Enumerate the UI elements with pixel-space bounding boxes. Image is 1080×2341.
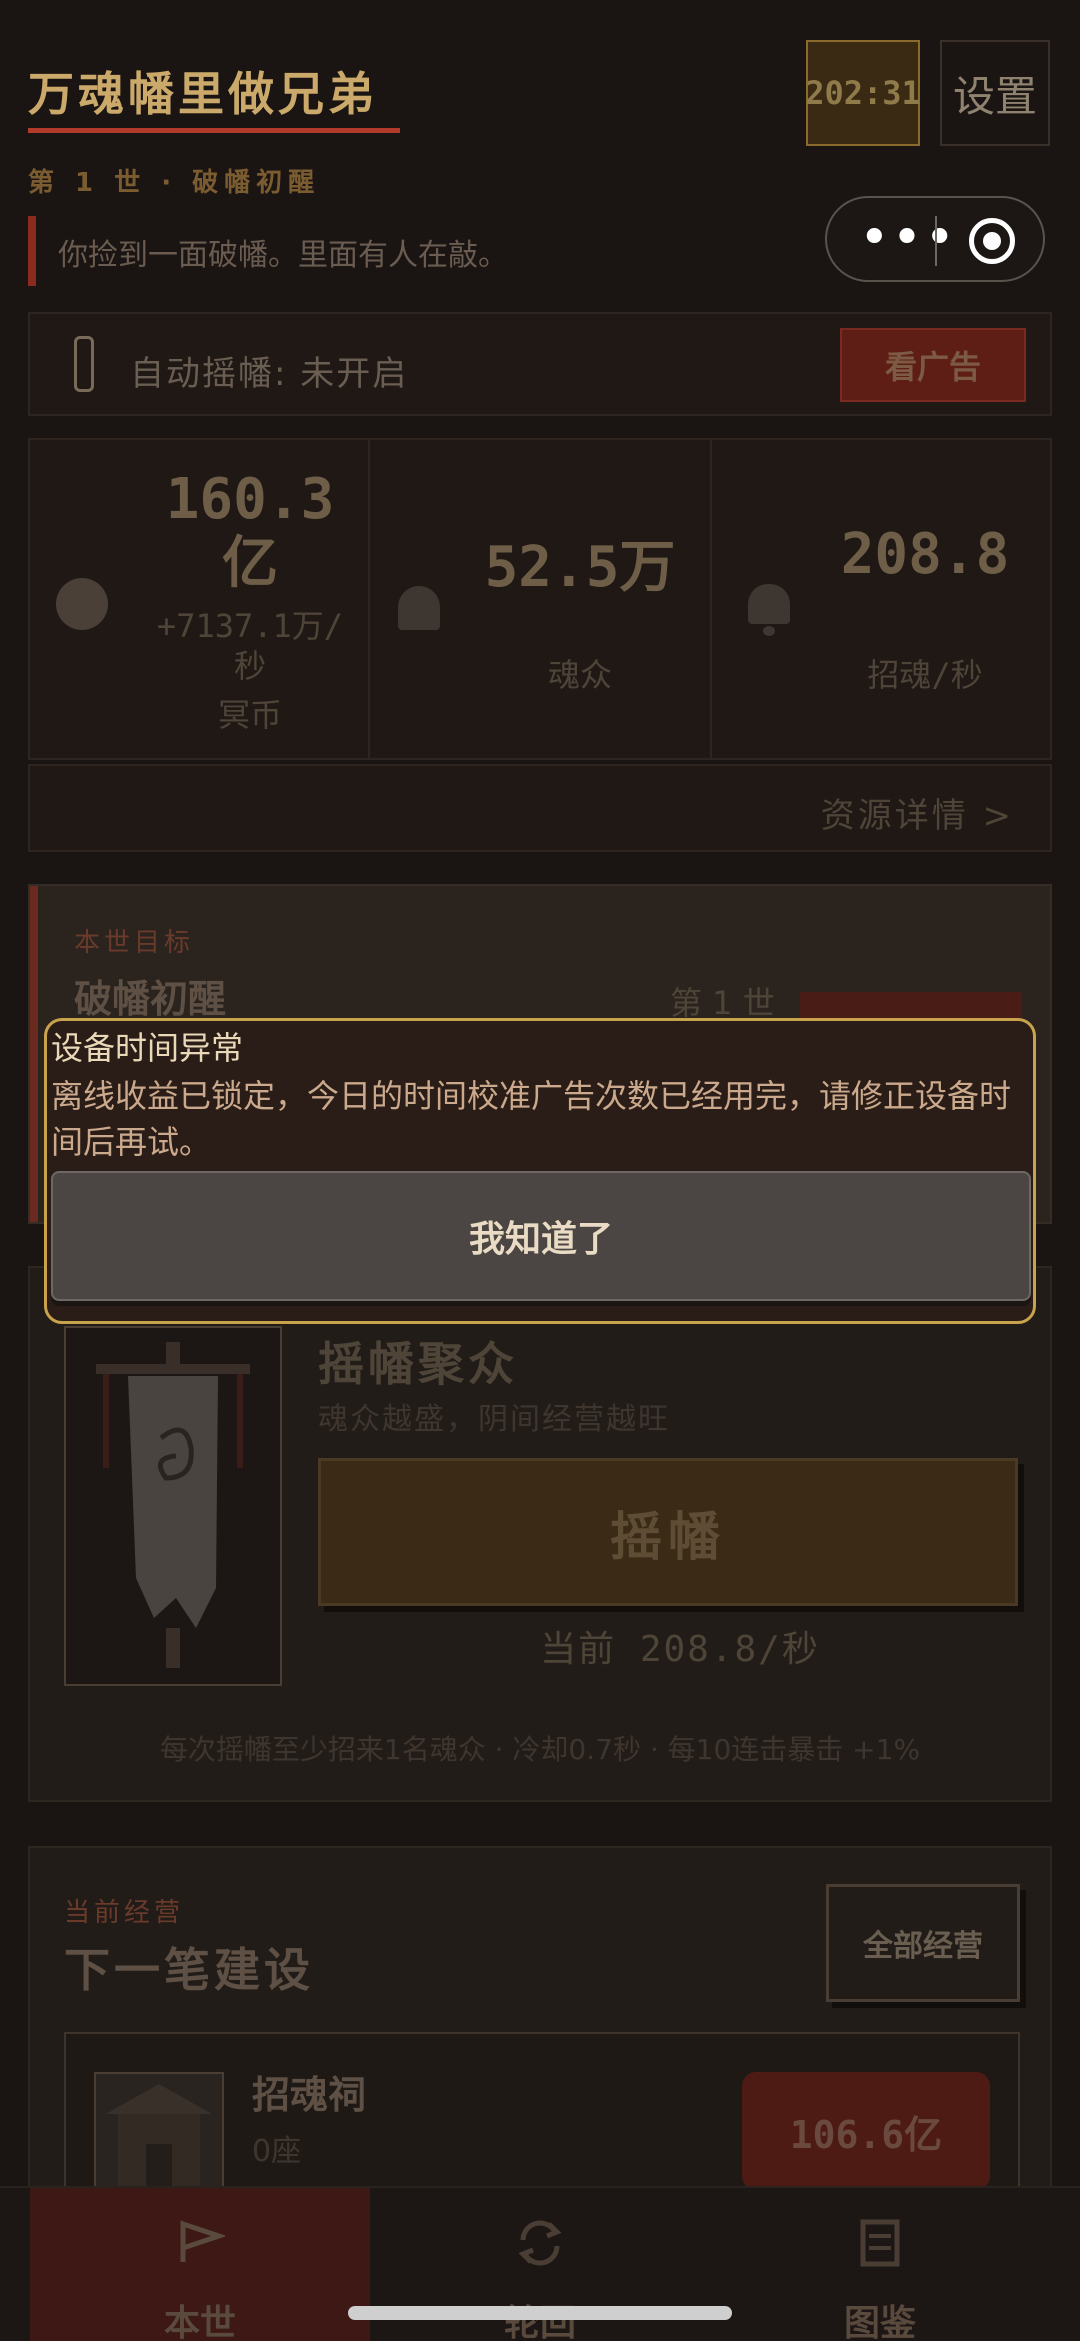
- time-error-dialog: 设备时间异常 离线收益已锁定，今日的时间校准广告次数已经用完，请修正设备时间后再…: [44, 1018, 1036, 1324]
- build-label: 当前经营: [64, 1898, 185, 1928]
- stats-panel: 160.3 亿 +7137.1万/ 秒 冥币 52.5万 魂众 208.8 招魂…: [28, 438, 1052, 760]
- settings-button[interactable]: 设置: [940, 40, 1050, 146]
- home-indicator: [348, 2306, 732, 2320]
- watch-ad-button[interactable]: 看广告: [840, 328, 1026, 402]
- current-rate: 当前 208.8/秒: [540, 1629, 820, 1670]
- tab-codex[interactable]: 图鉴: [710, 2188, 1050, 2341]
- coins-rate: +7137.1万/ 秒: [120, 606, 380, 686]
- story-text: 你捡到一面破幡。里面有人在敲。: [58, 238, 508, 273]
- tab-label: 本世: [163, 2303, 236, 2341]
- shake-banner-button[interactable]: 摇幡: [318, 1458, 1018, 1606]
- dialog-title: 设备时间异常: [51, 1029, 244, 1067]
- tab-current-life[interactable]: 本世: [30, 2188, 370, 2341]
- shake-subtitle: 魂众越盛，阴间经营越旺: [318, 1402, 670, 1437]
- souls-label: 魂众: [547, 656, 612, 694]
- tab-label: 图鉴: [843, 2303, 916, 2341]
- auto-shake-bar: 自动摇幡: 未开启 看广告: [28, 312, 1052, 416]
- book-icon: [860, 2219, 900, 2267]
- acknowledge-button[interactable]: 我知道了: [51, 1171, 1031, 1301]
- coins-value-number: 160.3: [165, 467, 335, 532]
- bell-icon: [748, 584, 790, 636]
- buy-shrine-button[interactable]: 106.6亿: [742, 2072, 990, 2190]
- capsule-divider: [935, 216, 937, 266]
- shake-title: 摇幡聚众: [318, 1337, 518, 1391]
- build-title: 下一笔建设: [64, 1943, 314, 1997]
- story-accent: [28, 216, 36, 286]
- close-target-icon[interactable]: [969, 218, 1015, 264]
- miniprogram-capsule: •••: [825, 196, 1045, 282]
- dialog-message: 离线收益已锁定，今日的时间校准广告次数已经用完，请修正设备时间后再试。: [51, 1077, 1012, 1161]
- app-title: 万魂幡里做兄弟: [28, 67, 378, 121]
- cycle-icon: [518, 2220, 562, 2266]
- coins-rate-line: +7137.1万/: [156, 607, 344, 645]
- coins-value-unit: 亿: [222, 531, 278, 596]
- goal-label: 本世目标: [74, 928, 195, 958]
- timer-badge: 202:31: [805, 40, 921, 146]
- goal-accent: [30, 886, 38, 1222]
- all-business-button[interactable]: 全部经营: [826, 1884, 1020, 2002]
- generation-label: 第 1 世 · 破幡初醒: [28, 168, 321, 198]
- banner-icon: [74, 336, 94, 392]
- build-card: 当前经营 下一笔建设 全部经营 招魂祠 0座 106.6亿: [28, 1846, 1052, 2232]
- shrine-name: 招魂祠: [252, 2073, 367, 2117]
- souls-value: 52.5万: [484, 535, 676, 600]
- coins-label: 冥币: [217, 696, 282, 734]
- coins-rate-unit: 秒: [233, 647, 266, 685]
- shrine-count: 0座: [252, 2134, 302, 2169]
- resource-details-bar[interactable]: 资源详情 >: [28, 764, 1052, 852]
- coins-value: 160.3 亿: [130, 468, 370, 596]
- ghost-icon: [398, 586, 440, 630]
- resource-details-link[interactable]: 资源详情 >: [821, 788, 1014, 837]
- flag-icon: [180, 2220, 225, 2262]
- goal-title: 破幡初醒: [74, 977, 227, 1021]
- shake-card: 摇幡聚众 魂众越盛，阴间经营越旺 摇幡 当前 208.8/秒 每次摇幡至少招来1…: [28, 1266, 1052, 1802]
- coin-icon: [56, 578, 108, 630]
- title-underline: [28, 128, 400, 133]
- stats-divider: [710, 440, 712, 758]
- summon-value: 208.8: [840, 522, 1010, 587]
- summon-label: 招魂/秒: [867, 656, 983, 694]
- auto-shake-status: 自动摇幡: 未开启: [130, 354, 409, 394]
- more-menu-icon[interactable]: •••: [859, 208, 957, 268]
- shake-hint: 每次摇幡至少招来1名魂众 · 冷却0.7秒 · 每10连击暴击 +1%: [159, 1733, 921, 1766]
